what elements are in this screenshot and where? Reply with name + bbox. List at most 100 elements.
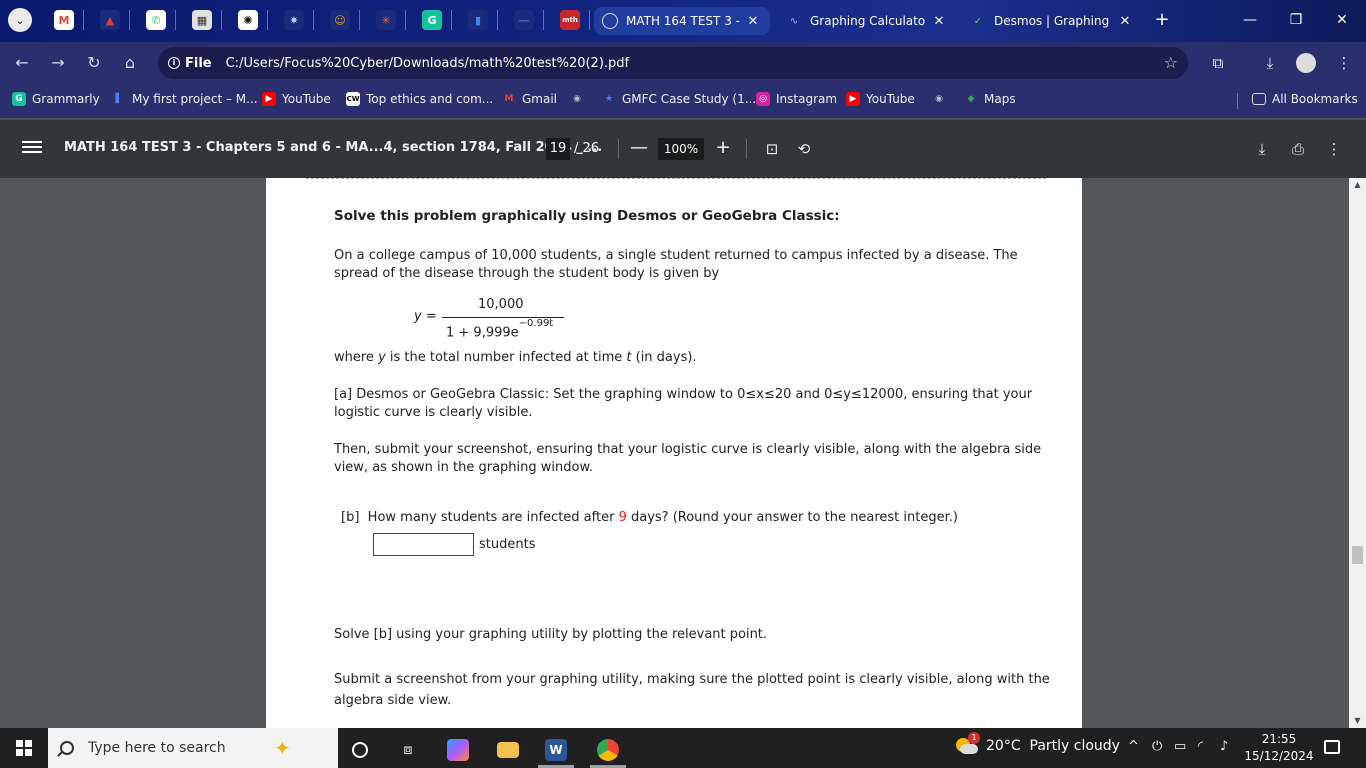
system-clock[interactable]: 21:55 15/12/2024: [1240, 731, 1318, 765]
address-bar[interactable]: i File C:/Users/Focus%20Cyber/Downloads/…: [158, 47, 1188, 79]
pinned-tab-gmail[interactable]: M: [44, 7, 84, 33]
pinned-tab-drive[interactable]: ▲: [90, 7, 130, 33]
question-heading: Solve this problem graphically using Des…: [334, 208, 840, 224]
bookmark-favicon-icon: ◉: [573, 94, 581, 104]
tab-graphing-calculator[interactable]: ∿ Graphing Calculator - ✕: [778, 7, 956, 35]
scroll-up-arrow-icon[interactable]: ▲: [1349, 178, 1366, 192]
desmos-icon: ✓: [973, 15, 983, 27]
forward-arrow-icon[interactable]: →: [46, 51, 70, 75]
bookmark-favicon-icon: ◆: [967, 94, 975, 104]
problem-intro: On a college campus of 10,000 students, …: [334, 248, 1018, 281]
bookmark-item[interactable]: CW Top ethics and com...: [346, 92, 493, 106]
notification-icon[interactable]: [1324, 740, 1340, 754]
browser-menu-icon[interactable]: ⋮: [1332, 51, 1356, 75]
extensions-icon[interactable]: ⧉: [1206, 51, 1230, 75]
submit-instructions: Then, submit your screenshot, ensuring t…: [334, 442, 1042, 475]
tab-search-button[interactable]: ⌄: [8, 8, 32, 32]
bookmark-item[interactable]: ◉: [570, 92, 590, 106]
bookmark-favicon-icon: G: [12, 92, 26, 106]
part-a-text: [a] Desmos or GeoGebra Classic: Set the …: [334, 387, 1033, 420]
bookmark-item[interactable]: M Gmail: [502, 92, 558, 106]
mathway-icon: mth: [560, 10, 580, 30]
part-b-question: [b] How many students are infected after…: [341, 510, 958, 525]
cortana-button[interactable]: [338, 732, 382, 768]
print-icon[interactable]: ⎙: [1286, 137, 1310, 161]
new-tab-button[interactable]: +: [1150, 9, 1174, 33]
bookmark-item[interactable]: ◎ Instagram: [756, 92, 837, 106]
search-icon: [60, 741, 74, 755]
bookmark-favicon-icon: ▌: [115, 94, 123, 104]
zoom-in-button[interactable]: +: [712, 137, 734, 159]
taskbar-copilot[interactable]: [436, 732, 480, 768]
reload-icon[interactable]: ↻: [82, 51, 106, 75]
pinned-tab-perplexity[interactable]: ✷: [274, 7, 314, 33]
chevron-up-icon[interactable]: ^: [1128, 739, 1139, 754]
sparkle-icon: ✦: [274, 736, 291, 760]
bookmark-star-icon[interactable]: ☆: [1164, 53, 1178, 72]
pdf-viewer[interactable]: Solve this problem graphically using Des…: [0, 178, 1366, 728]
bookmark-item[interactable]: G Grammarly: [12, 92, 100, 106]
close-icon[interactable]: ✕: [930, 14, 948, 29]
zoom-out-button[interactable]: —: [628, 137, 650, 159]
profile-avatar[interactable]: [1294, 51, 1318, 75]
taskbar-search-box[interactable]: Type here to search ✦: [48, 728, 338, 768]
zoom-input[interactable]: 100%: [658, 138, 704, 160]
bookmark-favicon-icon: ◉: [935, 94, 943, 104]
all-bookmarks-button[interactable]: All Bookmarks: [1252, 92, 1358, 106]
usb-icon[interactable]: ⏻: [1152, 739, 1162, 754]
taskbar-word[interactable]: W: [534, 732, 578, 768]
windows-taskbar: Type here to search ✦ ⧈ W 1 20°C Partly …: [0, 728, 1366, 768]
start-button[interactable]: [0, 728, 48, 768]
page-total: / 26: [574, 141, 600, 156]
vertical-scrollbar[interactable]: ▲ ▼: [1349, 178, 1366, 728]
pdf-page: Solve this problem graphically using Des…: [266, 178, 1082, 728]
answer-input[interactable]: [373, 533, 474, 556]
hamburger-menu-icon[interactable]: [22, 138, 42, 158]
pinned-tab-whatsapp[interactable]: ✆: [136, 7, 176, 33]
bookmark-item[interactable]: ◆ Maps: [964, 92, 1016, 106]
bookmark-favicon-icon: ◎: [756, 92, 770, 106]
taskbar-chrome[interactable]: [586, 732, 630, 768]
back-arrow-icon[interactable]: ←: [10, 51, 34, 75]
pinned-tab-cursor[interactable]: —: [504, 7, 544, 33]
page-number-input[interactable]: 19: [546, 138, 570, 160]
bookmark-item[interactable]: ★ GMFC Case Study (1...: [602, 92, 756, 106]
minimize-button[interactable]: —: [1230, 8, 1270, 32]
pinned-tab-claude[interactable]: ✳: [366, 7, 406, 33]
wifi-icon[interactable]: ◜: [1198, 739, 1203, 754]
bookmark-item[interactable]: ◉: [932, 92, 952, 106]
url-text[interactable]: C:/Users/Focus%20Cyber/Downloads/math%20…: [226, 56, 630, 71]
rotate-icon[interactable]: ⟲: [792, 137, 816, 161]
battery-icon[interactable]: ▭: [1174, 739, 1186, 754]
bookmark-item[interactable]: ▶ YouTube: [262, 92, 331, 106]
scroll-down-arrow-icon[interactable]: ▼: [1349, 714, 1366, 728]
pinned-tab-classroom[interactable]: ▦: [182, 7, 222, 33]
clipchamp-icon: ☺: [330, 10, 350, 30]
bookmark-item[interactable]: ▌ My first project – M...: [112, 92, 258, 106]
fit-page-icon[interactable]: ⊡: [760, 137, 784, 161]
download-icon[interactable]: ⤓: [1258, 51, 1282, 75]
tab-math-test[interactable]: MATH 164 TEST 3 - C ✕: [594, 7, 770, 35]
pinned-tab-docs[interactable]: ▮: [458, 7, 498, 33]
volume-icon[interactable]: ♪: [1220, 739, 1228, 754]
restore-button[interactable]: ❐: [1276, 8, 1316, 32]
pinned-tab-mathway[interactable]: mth: [550, 7, 590, 33]
more-options-icon[interactable]: ⋮: [1322, 137, 1346, 161]
pinned-tab-chatgpt[interactable]: ✺: [228, 7, 268, 33]
bookmark-item[interactable]: ▶ YouTube: [846, 92, 915, 106]
close-icon[interactable]: ✕: [744, 14, 762, 29]
site-info-chip[interactable]: i File: [168, 56, 212, 71]
download-icon[interactable]: ⤓: [1250, 137, 1274, 161]
home-icon[interactable]: ⌂: [118, 51, 142, 75]
window-close-button[interactable]: ✕: [1322, 8, 1362, 32]
close-icon[interactable]: ✕: [1116, 14, 1134, 29]
tab-desmos[interactable]: ✓ Desmos | Graphing C ✕: [962, 7, 1142, 35]
pinned-tab-grammarly[interactable]: G: [412, 7, 452, 33]
pinned-tab-clipchamp[interactable]: ☺: [320, 7, 360, 33]
scrollbar-thumb[interactable]: [1352, 546, 1363, 564]
weather-widget[interactable]: 1 20°C Partly cloudy: [954, 732, 1120, 756]
taskbar-file-explorer[interactable]: [486, 732, 530, 768]
toolbar-divider: [618, 139, 619, 159]
task-view-button[interactable]: ⧈: [386, 732, 430, 768]
cursor-icon: —: [514, 10, 534, 30]
